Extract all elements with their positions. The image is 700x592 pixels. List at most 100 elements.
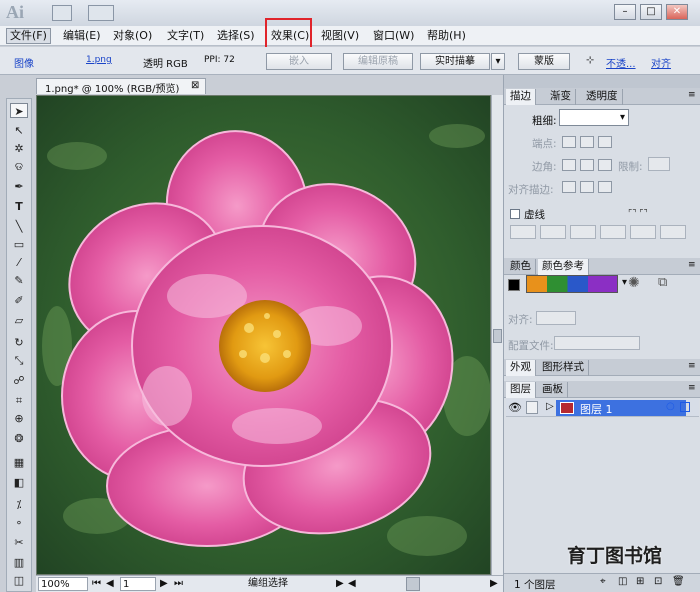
first-page-icon[interactable]: ⏮ — [92, 577, 101, 591]
tab-stroke[interactable]: 描边 — [506, 89, 536, 105]
last-page-icon[interactable]: ⏭ — [174, 577, 183, 591]
layers-panel-menu-icon[interactable]: ≡ — [688, 383, 696, 393]
base-color-swatch[interactable] — [508, 279, 520, 291]
document-close-icon[interactable]: ⊠ — [191, 80, 199, 91]
align-inside-button[interactable] — [580, 181, 594, 193]
layer-row[interactable]: 👁 ▷ 图层 1 ○ — [506, 399, 699, 417]
round-join-button[interactable] — [580, 159, 594, 171]
limit-field[interactable] — [648, 157, 670, 171]
dashed-checkbox[interactable] — [510, 209, 520, 219]
color-group-icon[interactable]: ✺ — [628, 275, 640, 291]
linked-filename[interactable]: 1.png — [86, 55, 112, 65]
weight-dropdown[interactable]: ▾ — [559, 109, 629, 126]
live-trace-button[interactable]: 实时描摹 — [420, 53, 490, 70]
visibility-eye-icon[interactable]: 👁 — [508, 401, 522, 414]
tab-graphic-styles[interactable]: 图形样式 — [538, 360, 589, 376]
gap-3-field[interactable] — [660, 225, 686, 239]
type-tool-icon[interactable]: T — [10, 199, 28, 214]
locate-object-icon[interactable]: ⌖ — [600, 576, 606, 587]
paintbrush-tool-icon[interactable]: ⁄ — [10, 255, 28, 270]
free-transform-tool-icon[interactable]: ⌗ — [10, 393, 28, 408]
magic-wand-tool-icon[interactable]: ✲ — [10, 141, 28, 156]
dash-2-field[interactable] — [570, 225, 596, 239]
previous-page-icon[interactable]: ◀ — [106, 577, 114, 591]
align-buttons[interactable] — [536, 311, 576, 325]
pen-tool-icon[interactable]: ✒ — [10, 179, 28, 194]
tab-color[interactable]: 颜色 — [506, 259, 536, 275]
restore-button[interactable]: □ — [640, 4, 662, 20]
slice-tool-icon[interactable]: ✂ — [10, 535, 28, 550]
miter-join-button[interactable] — [562, 159, 576, 171]
bridge-icon[interactable] — [52, 5, 72, 21]
embed-button[interactable]: 嵌入 — [266, 53, 332, 70]
transform-icon[interactable]: ⊹ — [586, 55, 594, 66]
tab-appearance[interactable]: 外观 — [506, 360, 536, 376]
tab-layers[interactable]: 图层 — [506, 382, 536, 398]
menu-file[interactable]: 文件(F) — [6, 28, 51, 44]
close-button[interactable]: ✕ — [666, 4, 688, 20]
next-page-icon[interactable]: ▶ — [160, 577, 168, 591]
new-sublayer-icon[interactable]: ⊞ — [636, 576, 644, 587]
round-cap-button[interactable] — [580, 136, 594, 148]
dash-3-field[interactable] — [630, 225, 656, 239]
appearance-panel-menu-icon[interactable]: ≡ — [688, 361, 696, 371]
harmony-colors-strip[interactable] — [526, 275, 618, 293]
menu-select[interactable]: 选择(S) — [214, 28, 258, 44]
menu-type[interactable]: 文字(T) — [164, 28, 207, 44]
direct-selection-tool-icon[interactable]: ↖ — [10, 123, 28, 138]
tab-color-guide[interactable]: 颜色参考 — [538, 259, 589, 275]
menu-help[interactable]: 帮助(H) — [424, 28, 469, 44]
new-layer-icon[interactable]: ⊡ — [654, 576, 662, 587]
document-tab[interactable]: 1.png* @ 100% (RGB/预览) ⊠ — [36, 78, 206, 95]
status-menu-icon[interactable]: ▶ — [336, 577, 344, 591]
pencil-tool-icon[interactable]: ✎ — [10, 273, 28, 288]
color-panel-menu-icon[interactable]: ≡ — [688, 260, 696, 270]
harmony-rules-dropdown-icon[interactable]: ▾ — [622, 277, 627, 288]
scroll-left-icon[interactable]: ◀ — [348, 577, 356, 591]
vertical-scrollbar[interactable] — [491, 95, 503, 575]
scroll-thumb[interactable] — [493, 329, 502, 343]
mesh-tool-icon[interactable]: ▦ — [10, 455, 28, 470]
expand-triangle-icon[interactable]: ▷ — [546, 401, 554, 412]
live-trace-dropdown[interactable]: ▾ — [491, 53, 505, 70]
gradient-tool-icon[interactable]: ◧ — [10, 475, 28, 490]
artboard-canvas[interactable] — [36, 95, 491, 575]
edit-original-button[interactable]: 编辑原稿 — [343, 53, 413, 70]
menu-view[interactable]: 视图(V) — [318, 28, 362, 44]
panel-menu-icon[interactable]: ≡ — [688, 90, 696, 100]
rotate-tool-icon[interactable]: ↻ — [10, 335, 28, 350]
gap-2-field[interactable] — [600, 225, 626, 239]
eyedropper-tool-icon[interactable]: ⁒ — [10, 497, 28, 512]
scroll-right-icon[interactable]: ▶ — [490, 577, 498, 591]
shape-builder-tool-icon[interactable]: ⊕ — [10, 411, 28, 426]
blob-brush-tool-icon[interactable]: ✐ — [10, 293, 28, 308]
target-circle-icon[interactable]: ○ — [666, 401, 675, 412]
dash-alignment-icons[interactable]: ⌜⌝ ⌜⌝ — [628, 209, 648, 219]
align-center-button[interactable] — [562, 181, 576, 193]
tab-gradient[interactable]: 渐变 — [546, 89, 576, 105]
rectangle-tool-icon[interactable]: ▭ — [10, 237, 28, 252]
selection-indicator[interactable] — [680, 402, 690, 412]
selection-tool-icon[interactable]: ➤ — [10, 103, 28, 118]
delete-layer-icon[interactable]: 🗑 — [672, 576, 685, 587]
bevel-join-button[interactable] — [598, 159, 612, 171]
minimize-button[interactable]: – — [614, 4, 636, 20]
dash-1-field[interactable] — [510, 225, 536, 239]
mask-button[interactable]: 蒙版 — [518, 53, 570, 70]
profile-dropdown[interactable] — [554, 336, 640, 350]
lock-toggle[interactable] — [526, 401, 538, 414]
menu-window[interactable]: 窗口(W) — [370, 28, 417, 44]
tab-artboards[interactable]: 画板 — [538, 382, 568, 398]
line-tool-icon[interactable]: ╲ — [10, 219, 28, 234]
eraser-tool-icon[interactable]: ▱ — [10, 313, 28, 328]
gap-1-field[interactable] — [540, 225, 566, 239]
layer-name[interactable]: 图层 1 — [580, 401, 613, 417]
blend-tool-icon[interactable]: ∘ — [10, 515, 28, 530]
projecting-cap-button[interactable] — [598, 136, 612, 148]
warp-tool-icon[interactable]: ☍ — [10, 373, 28, 388]
column-graph-tool-icon[interactable]: ▥ — [10, 555, 28, 570]
menu-edit[interactable]: 编辑(E) — [60, 28, 104, 44]
menu-object[interactable]: 对象(O) — [110, 28, 155, 44]
save-color-group-icon[interactable]: ⧉ — [658, 275, 667, 290]
lasso-tool-icon[interactable]: ଡ — [10, 159, 28, 174]
